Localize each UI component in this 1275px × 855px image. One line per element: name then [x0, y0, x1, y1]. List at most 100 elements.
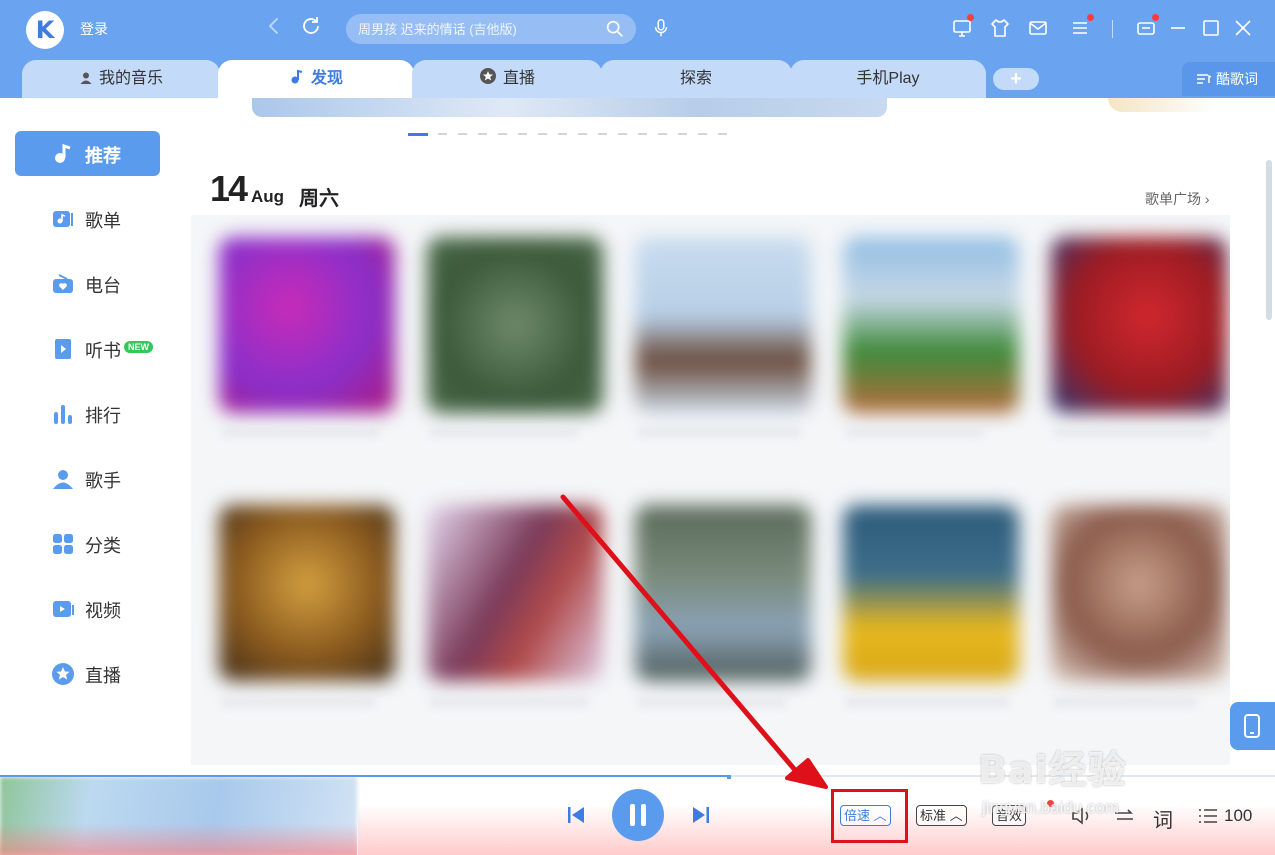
cool-lyrics-button[interactable]: 酷歌词: [1182, 62, 1275, 96]
tab-my-music[interactable]: 我的音乐: [22, 60, 220, 98]
playlist-card[interactable]: [843, 237, 1019, 413]
notification-dot: [967, 14, 974, 21]
playlist-card[interactable]: [635, 505, 811, 681]
mobile-connect-button[interactable]: [1230, 702, 1275, 750]
playlist-card[interactable]: [219, 505, 395, 681]
back-icon[interactable]: [262, 14, 286, 38]
date-month: Aug: [251, 187, 285, 206]
refresh-icon[interactable]: [299, 14, 323, 38]
category-icon: [53, 534, 73, 554]
search-icon[interactable]: [604, 18, 626, 40]
music-note-icon: [291, 69, 303, 84]
watermark-logo: Bai经验: [978, 748, 1127, 792]
skin-icon[interactable]: [988, 16, 1012, 40]
divider: [1112, 20, 1113, 38]
sidebar-item-label: 电台: [85, 276, 121, 296]
singer-icon: [53, 470, 73, 489]
mail-icon[interactable]: [1026, 16, 1050, 40]
phone-icon: [1244, 714, 1260, 738]
pause-icon: [630, 804, 646, 826]
playlist-card[interactable]: [427, 505, 603, 681]
sidebar-item-label: 歌单: [85, 211, 121, 231]
sidebar-item-label: 直播: [85, 666, 121, 686]
playlist-card[interactable]: [219, 237, 395, 413]
title-bar: K 登录 我的音乐 发现 直播 探索 手机Play + 酷歌词: [0, 0, 1275, 98]
sidebar-item-singer[interactable]: 歌手: [15, 456, 160, 501]
playlist-card[interactable]: [635, 237, 811, 413]
volume-value: 100: [1224, 806, 1253, 825]
playlist-square-link[interactable]: 歌单广场 ›: [1145, 189, 1210, 209]
playlist-card[interactable]: [1051, 237, 1227, 413]
highlight-box: [831, 789, 908, 843]
sidebar-item-video[interactable]: 视频: [15, 586, 160, 631]
tab-discover[interactable]: 发现: [218, 60, 414, 98]
menu-notification-dot: [1087, 14, 1094, 21]
banner-side-image: [1108, 98, 1218, 112]
tab-label: 我的音乐: [98, 70, 163, 87]
sidebar-item-audiobook[interactable]: 听书 NEW: [15, 326, 160, 371]
tab-label: 发现: [310, 70, 343, 87]
voice-search-icon[interactable]: [650, 16, 672, 40]
search-box[interactable]: [346, 14, 636, 44]
sidebar-item-live[interactable]: 直播: [15, 651, 160, 696]
sidebar-item-playlist[interactable]: 歌单: [15, 196, 160, 241]
sidebar-item-label: 分类: [85, 536, 121, 556]
star-icon: [479, 68, 496, 84]
sidebar-item-label: 听书: [85, 341, 121, 361]
chart-icon: [54, 405, 72, 424]
add-tab-button[interactable]: +: [993, 68, 1039, 90]
video-icon: [53, 601, 74, 617]
playlist-card[interactable]: [1051, 505, 1227, 681]
lyrics-toggle[interactable]: 词: [1153, 804, 1173, 833]
live-icon: [52, 663, 74, 685]
close-icon[interactable]: [1231, 16, 1255, 40]
minimize-icon[interactable]: [1166, 16, 1190, 40]
lyrics-icon: [1197, 74, 1212, 84]
tab-explore[interactable]: 探索: [600, 60, 792, 98]
tab-label: 手机Play: [856, 70, 920, 87]
banner-carousel[interactable]: [252, 98, 887, 117]
lyrics-label: 酷歌词: [1216, 71, 1258, 87]
previous-icon[interactable]: [564, 803, 588, 827]
playlist-card[interactable]: [427, 237, 603, 413]
app-logo[interactable]: K: [26, 11, 64, 49]
maximize-icon[interactable]: [1199, 16, 1223, 40]
new-badge: NEW: [124, 341, 153, 353]
progress-knob[interactable]: [727, 775, 731, 779]
date-day: 14: [210, 168, 248, 209]
playlist-card[interactable]: [843, 505, 1019, 681]
radio-icon: [53, 274, 73, 293]
playlist-grid: [191, 215, 1230, 765]
search-input[interactable]: [358, 14, 598, 44]
quality-button[interactable]: 标准 ︿: [916, 805, 967, 826]
tab-label: 直播: [502, 70, 535, 87]
tab-live[interactable]: 直播: [412, 60, 602, 98]
playlist-icon: [53, 211, 73, 227]
playlist-queue-icon[interactable]: [1196, 804, 1220, 828]
sidebar-item-label: 推荐: [85, 146, 121, 166]
pause-button[interactable]: [612, 789, 664, 841]
sidebar-item-category[interactable]: 分类: [15, 521, 160, 566]
date-weekday: 周六: [299, 188, 339, 210]
sidebar-item-label: 排行: [85, 406, 121, 426]
next-icon[interactable]: [689, 803, 713, 827]
progress-fill: [0, 775, 727, 777]
sidebar-item-radio[interactable]: 电台: [15, 261, 160, 306]
watermark-url: jingyan.baidu.com: [982, 798, 1120, 817]
tab-mobile-play[interactable]: 手机Play: [790, 60, 986, 98]
sidebar-item-recommend[interactable]: 推荐: [15, 131, 160, 176]
user-icon: [80, 72, 92, 84]
album-cover-overlay: [0, 823, 357, 855]
music-note-icon: [55, 143, 71, 163]
login-link[interactable]: 登录: [80, 19, 108, 39]
book-icon: [55, 339, 71, 359]
scrollbar[interactable]: [1266, 160, 1272, 320]
player-background: [358, 805, 1275, 855]
chevron-up-icon: ︿: [949, 808, 963, 823]
sidebar-item-ranking[interactable]: 排行: [15, 391, 160, 436]
tab-label: 探索: [679, 70, 712, 87]
sidebar-item-label: 视频: [85, 601, 121, 621]
quality-label: 标准: [920, 808, 947, 823]
mini-notification-dot: [1152, 14, 1159, 21]
sidebar-item-label: 歌手: [85, 471, 121, 491]
